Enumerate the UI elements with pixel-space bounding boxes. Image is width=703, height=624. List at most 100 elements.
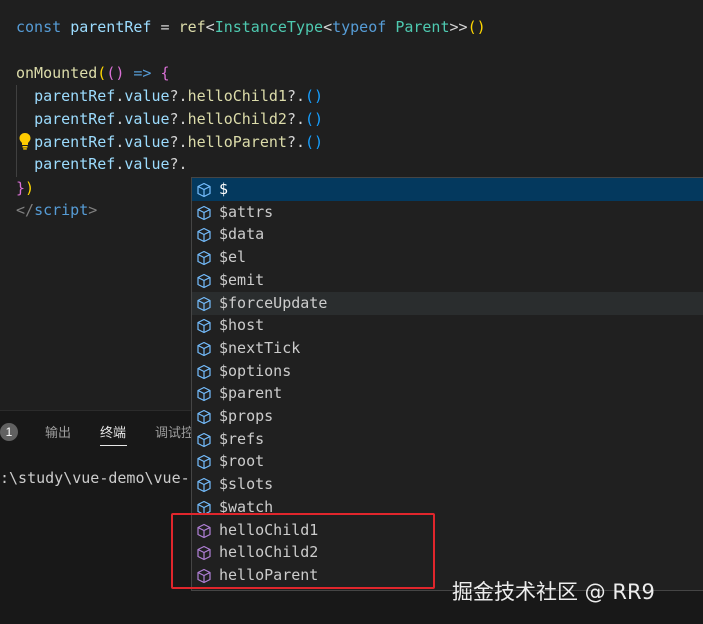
code-token: onMounted (16, 64, 98, 82)
code-token: parentRef (34, 87, 116, 105)
tab-debug-console[interactable]: 调试控 (155, 422, 194, 441)
property-cube-icon (196, 296, 212, 312)
suggest-item[interactable]: $el (192, 246, 703, 269)
suggest-item[interactable]: helloChild2 (192, 541, 703, 564)
code-token: typeof (332, 18, 396, 36)
code-token: => (124, 64, 161, 82)
property-cube-icon (196, 182, 212, 198)
suggest-item-label: $attrs (219, 202, 274, 221)
property-cube-icon (196, 386, 212, 402)
code-token: { (160, 64, 170, 82)
code-token: Parent (395, 18, 450, 36)
suggest-item-label: helloChild2 (219, 543, 319, 562)
code-token: parentRef (34, 155, 116, 173)
property-cube-icon (196, 477, 212, 493)
property-cube-icon (196, 341, 212, 357)
code-token: > (88, 201, 98, 219)
code-token: () (305, 133, 324, 151)
suggest-item-label: $el (219, 248, 247, 267)
code-token: parentRef (70, 18, 152, 36)
code-token: ?. (169, 110, 188, 128)
suggest-item-label: $refs (219, 429, 265, 448)
tab-output[interactable]: 输出 (45, 422, 71, 441)
code-token: ?. (169, 155, 188, 173)
suggest-item[interactable]: $emit (192, 269, 703, 292)
code-token: < (205, 18, 215, 36)
suggest-widget[interactable]: $ $attrs $data $el $emit $forceUpdate $host $ne… (191, 177, 703, 591)
code-token: () (467, 18, 486, 36)
suggest-item-label: $slots (219, 475, 274, 494)
code-token: < (323, 18, 333, 36)
code-token: InstanceType (214, 18, 324, 36)
suggest-item-label: $host (219, 316, 265, 335)
suggest-item-label: $parent (219, 384, 283, 403)
suggest-item[interactable]: $nextTick (192, 337, 703, 360)
method-cube-icon (196, 568, 212, 584)
property-cube-icon (196, 500, 212, 516)
code-token: >> (449, 18, 468, 36)
suggest-item[interactable]: $refs (192, 428, 703, 451)
code-token: parentRef (34, 133, 116, 151)
code-token: ?. (286, 110, 305, 128)
suggest-item[interactable]: $parent (192, 382, 703, 405)
suggest-item[interactable]: $root (192, 450, 703, 473)
property-cube-icon (196, 318, 212, 334)
suggest-item[interactable]: $forceUpdate (192, 291, 703, 315)
code-line[interactable]: parentRef.value?.helloChild1?.() (16, 85, 323, 108)
property-cube-icon (196, 409, 212, 425)
code-line[interactable]: const parentRef = ref<InstanceType<typeo… (16, 16, 486, 39)
suggest-item-label: $nextTick (219, 338, 301, 357)
method-cube-icon (196, 523, 212, 539)
suggest-item[interactable]: $data (192, 223, 703, 246)
suggest-item-label: $options (219, 361, 292, 380)
code-token: value (124, 110, 170, 128)
property-cube-icon (196, 250, 212, 266)
code-line[interactable]: onMounted(() => { (16, 62, 170, 85)
suggest-item[interactable]: $host (192, 314, 703, 337)
code-token: const (16, 18, 71, 36)
code-line[interactable]: parentRef.value?. (16, 153, 188, 176)
suggest-item[interactable]: $attrs (192, 201, 703, 224)
terminal-text[interactable]: :\study\vue-demo\vue-s (0, 469, 199, 487)
method-cube-icon (196, 545, 212, 561)
code-line[interactable]: </script> (16, 199, 97, 222)
code-token: ) (25, 179, 35, 197)
suggest-item[interactable]: $options (192, 360, 703, 383)
suggest-item-label: $props (219, 407, 274, 425)
indent-guide (16, 85, 17, 177)
suggest-item[interactable]: $props (192, 405, 703, 428)
suggest-item-label: $forceUpdate (219, 293, 328, 312)
suggest-item[interactable]: $ (192, 178, 703, 201)
suggest-item-label: $root (219, 452, 265, 471)
suggest-item[interactable]: helloChild1 (192, 519, 703, 542)
code-token: () (106, 64, 125, 82)
code-token: helloParent (187, 133, 287, 151)
code-token: script (34, 201, 89, 219)
suggest-item-label: helloParent (219, 565, 319, 584)
problems-count-badge[interactable]: 1 (0, 423, 18, 441)
property-cube-icon (196, 454, 212, 470)
code-line[interactable]: parentRef.value?.helloParent?.() (16, 131, 323, 154)
suggest-item[interactable]: $watch (192, 496, 703, 519)
code-line[interactable]: parentRef.value?.helloChild2?.() (16, 108, 323, 131)
lightbulb-icon[interactable] (18, 132, 32, 150)
code-token: parentRef (34, 110, 116, 128)
code-token: ?. (286, 133, 305, 151)
code-token: helloChild2 (187, 110, 287, 128)
suggest-item-label: $emit (219, 270, 265, 289)
code-line[interactable]: }) (16, 177, 34, 200)
code-token: ref (178, 18, 206, 36)
code-token: ?. (286, 87, 305, 105)
suggest-item-label: helloChild1 (219, 520, 319, 539)
code-token: ( (97, 64, 107, 82)
code-token: value (124, 133, 170, 151)
watermark: 掘金技术社区 @ RR9 (452, 580, 655, 604)
code-token: value (124, 155, 170, 173)
code-token: ?. (169, 133, 188, 151)
code-token: value (124, 87, 170, 105)
tab-terminal[interactable]: 终端 (100, 422, 126, 441)
suggest-item[interactable]: $slots (192, 473, 703, 496)
